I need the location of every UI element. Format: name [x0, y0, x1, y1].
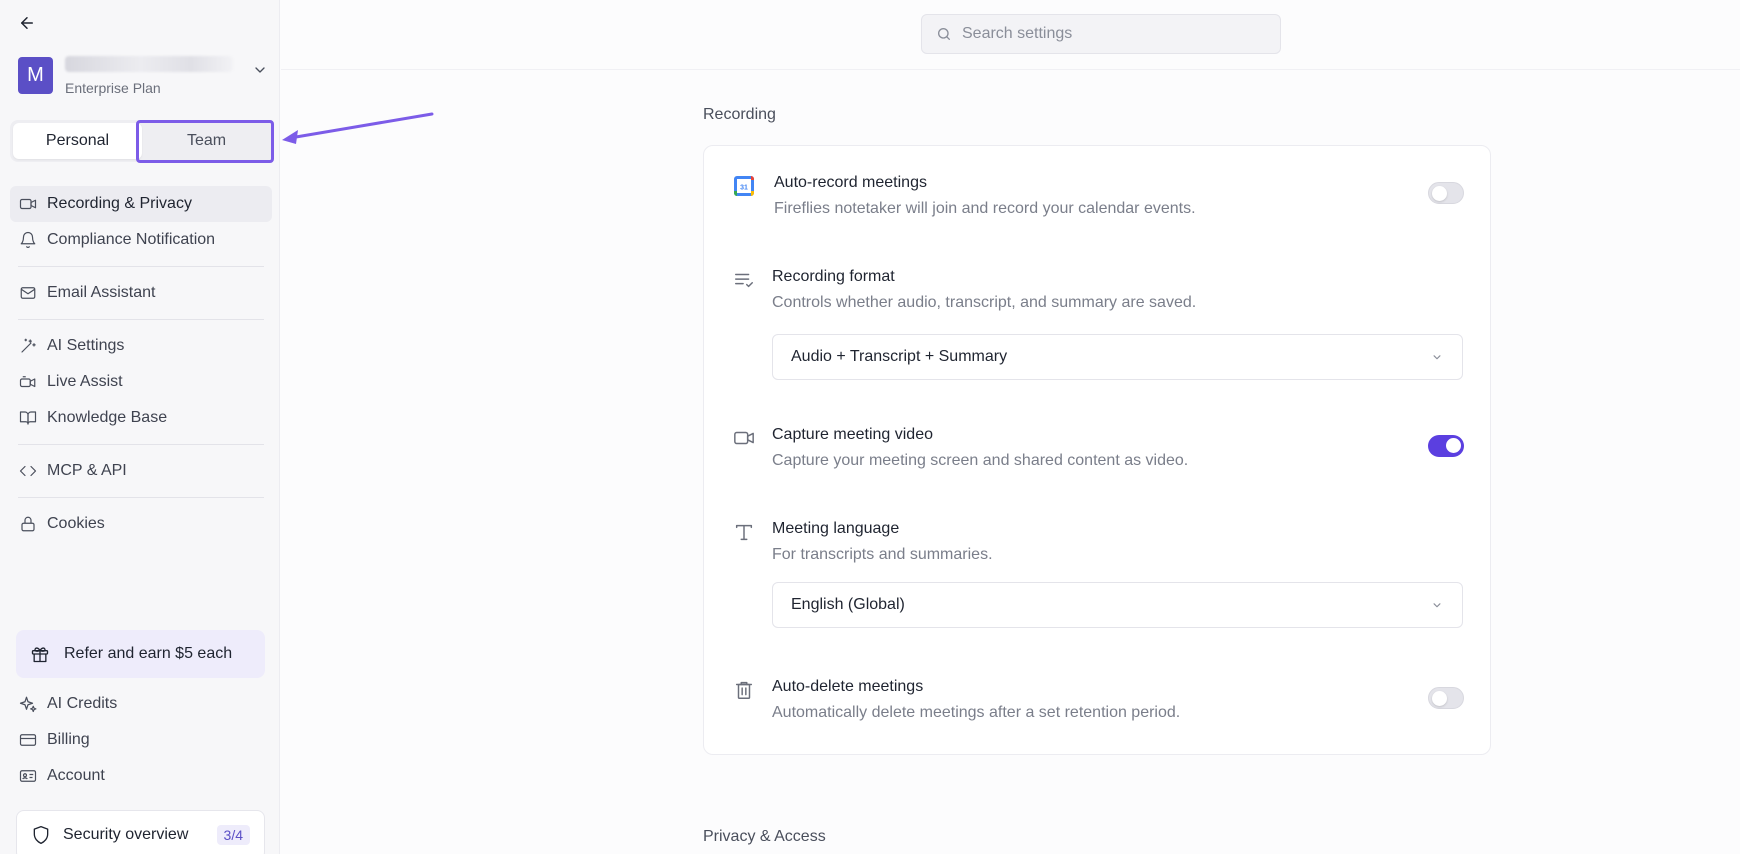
- nav-account[interactable]: Account: [10, 758, 272, 794]
- settings-nav: Recording & Privacy Compliance Notificat…: [10, 186, 272, 542]
- auto-delete-toggle[interactable]: [1428, 687, 1464, 709]
- setting-description: Controls whether audio, transcript, and …: [772, 294, 1197, 311]
- sparkles-icon: [18, 694, 38, 714]
- nav-label: Account: [47, 767, 105, 784]
- select-value: Audio + Transcript + Summary: [791, 348, 1008, 365]
- magic-wand-icon: [18, 336, 38, 356]
- setting-description: Fireflies notetaker will join and record…: [774, 200, 1196, 217]
- section-title-privacy-access: Privacy & Access: [703, 828, 826, 845]
- credit-card-icon: [18, 730, 38, 750]
- book-open-icon: [18, 408, 38, 428]
- setting-description: Capture your meeting screen and shared c…: [772, 452, 1189, 469]
- settings-scope-tabs: Personal Team: [10, 120, 274, 162]
- chevron-down-icon: [1433, 603, 1441, 608]
- nav-label: Compliance Notification: [47, 231, 216, 248]
- chevron-down-icon: [1433, 355, 1441, 360]
- list-check-icon: [732, 268, 756, 292]
- live-video-icon: [18, 372, 38, 392]
- workspace-name-redacted: [65, 56, 233, 72]
- search-input[interactable]: [962, 25, 1262, 43]
- calendar-date-text: 31: [740, 185, 748, 192]
- code-icon: [18, 461, 38, 481]
- search-icon: [938, 28, 950, 40]
- nav-label: Recording & Privacy: [47, 195, 192, 212]
- gift-icon: [31, 647, 49, 663]
- nav-ai-credits[interactable]: AI Credits: [10, 686, 272, 722]
- shield-icon: [33, 826, 49, 844]
- divider: [18, 497, 264, 498]
- setting-title: Capture meeting video: [772, 426, 933, 443]
- setting-title: Recording format: [772, 268, 895, 285]
- nav-label: MCP & API: [47, 462, 127, 479]
- nav-label: Knowledge Base: [47, 409, 168, 426]
- trash-icon: [732, 678, 756, 702]
- select-value: English (Global): [791, 596, 905, 613]
- toggle-knob: [1432, 186, 1447, 201]
- tab-personal[interactable]: Personal: [13, 123, 142, 159]
- security-progress-badge: 3/4: [216, 825, 250, 845]
- nav-billing[interactable]: Billing: [10, 722, 272, 758]
- nav-mcp-api[interactable]: MCP & API: [10, 453, 272, 489]
- nav-compliance-notification[interactable]: Compliance Notification: [10, 222, 272, 258]
- nav-live-assist[interactable]: Live Assist: [10, 364, 272, 400]
- auto-record-toggle[interactable]: [1428, 182, 1464, 204]
- setting-title: Meeting language: [772, 520, 900, 537]
- section-title-recording: Recording: [703, 106, 776, 123]
- setting-title: Auto-record meetings: [774, 174, 927, 191]
- setting-description: Automatically delete meetings after a se…: [772, 704, 1181, 721]
- toggle-knob: [1432, 691, 1447, 706]
- nav-label: Live Assist: [47, 373, 123, 390]
- video-camera-icon: [18, 194, 38, 214]
- video-camera-icon: [732, 426, 756, 450]
- annotation-arrow-icon: [282, 112, 434, 144]
- workspace-plan: Enterprise Plan: [65, 80, 161, 96]
- id-card-icon: [18, 766, 38, 786]
- refer-and-earn-button[interactable]: Refer and earn $5 each: [16, 630, 265, 678]
- sidebar: M Enterprise Plan Personal Team Recordin…: [0, 0, 280, 854]
- chevron-down-icon: [255, 67, 265, 73]
- recording-settings-card: 31 Auto-record meetings Fireflies noteta…: [703, 145, 1491, 755]
- security-overview-button[interactable]: Security overview 3/4: [16, 810, 265, 854]
- google-calendar-icon: 31: [732, 174, 756, 198]
- meeting-language-select[interactable]: English (Global): [772, 582, 1463, 628]
- toggle-knob: [1446, 438, 1461, 453]
- capture-video-toggle[interactable]: [1428, 435, 1464, 457]
- bell-icon: [18, 230, 38, 250]
- search-box[interactable]: [921, 14, 1281, 54]
- tab-team[interactable]: Team: [142, 123, 271, 159]
- nav-label: AI Credits: [47, 695, 118, 712]
- divider: [18, 266, 264, 267]
- nav-label: Billing: [47, 731, 90, 748]
- workspace-switcher[interactable]: M Enterprise Plan: [18, 54, 268, 96]
- top-bar: [281, 0, 1740, 70]
- nav-recording-privacy[interactable]: Recording & Privacy: [10, 186, 272, 222]
- nav-label: AI Settings: [47, 337, 125, 354]
- setting-title: Auto-delete meetings: [772, 678, 924, 695]
- nav-knowledge-base[interactable]: Knowledge Base: [10, 400, 272, 436]
- recording-format-select[interactable]: Audio + Transcript + Summary: [772, 334, 1463, 380]
- bottom-nav: AI Credits Billing Account: [10, 686, 272, 794]
- refer-label: Refer and earn $5 each: [64, 645, 233, 662]
- setting-description: For transcripts and summaries.: [772, 546, 993, 563]
- nav-cookies[interactable]: Cookies: [10, 506, 272, 542]
- divider: [18, 444, 264, 445]
- nav-ai-settings[interactable]: AI Settings: [10, 328, 272, 364]
- lock-icon: [18, 514, 38, 534]
- nav-label: Email Assistant: [47, 284, 156, 301]
- mail-icon: [18, 283, 38, 303]
- security-label: Security overview: [63, 826, 189, 843]
- nav-email-assistant[interactable]: Email Assistant: [10, 275, 272, 311]
- back-button[interactable]: [16, 12, 38, 34]
- text-type-icon: [732, 520, 756, 544]
- arrow-left-icon: [21, 17, 33, 29]
- nav-label: Cookies: [47, 515, 105, 532]
- divider: [18, 319, 264, 320]
- workspace-avatar: M: [18, 56, 53, 94]
